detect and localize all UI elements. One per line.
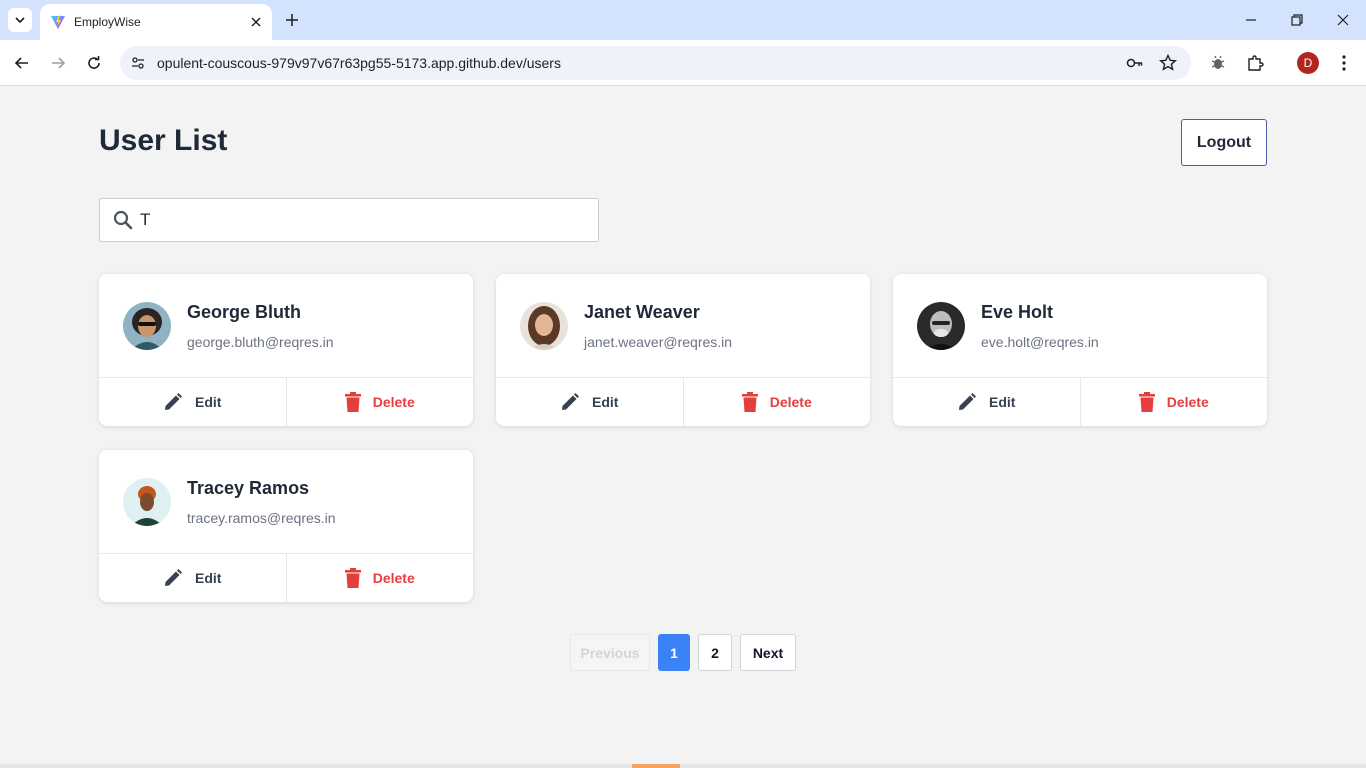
site-info-button[interactable] [124, 49, 152, 77]
logout-button[interactable]: Logout [1181, 119, 1267, 166]
tab-title: EmployWise [74, 15, 141, 29]
next-button[interactable]: Next [740, 634, 796, 671]
user-name: Janet Weaver [584, 302, 700, 322]
pagination: Previous 1 2 Next [0, 634, 1366, 671]
card-actions: Edit Delete [893, 377, 1267, 426]
forward-button[interactable] [46, 51, 70, 75]
new-tab-button[interactable] [282, 10, 302, 30]
minimize-button[interactable] [1241, 10, 1261, 30]
close-tab-button[interactable] [248, 14, 264, 30]
search-icon [113, 210, 133, 230]
kebab-menu-icon [1342, 55, 1346, 71]
close-icon [251, 17, 261, 27]
user-card: George Bluth george.bluth@reqres.in Edit… [99, 274, 473, 426]
taskbar-indicator [632, 764, 680, 768]
browser-tab[interactable]: EmployWise [40, 4, 272, 40]
user-email: janet.weaver@reqres.in [584, 334, 733, 350]
page-button-1[interactable]: 1 [658, 634, 690, 671]
taskbar-edge [0, 764, 1366, 768]
close-window-button[interactable] [1333, 10, 1353, 30]
back-icon [14, 57, 28, 69]
browser-tabstrip: EmployWise [0, 0, 1366, 40]
bookmark-button[interactable] [1158, 53, 1178, 73]
delete-label: Delete [769, 394, 812, 410]
user-name: Eve Holt [981, 302, 1054, 322]
previous-button[interactable]: Previous [570, 634, 650, 671]
restore-icon [1291, 14, 1303, 26]
delete-button[interactable]: Delete [682, 378, 871, 426]
extension-button[interactable] [1208, 53, 1228, 73]
page-title: User List [99, 124, 228, 157]
reload-icon [88, 56, 100, 69]
browser-menu-button[interactable] [1334, 53, 1354, 73]
extension-bug-icon [1211, 55, 1225, 69]
delete-button[interactable]: Delete [285, 378, 474, 426]
password-key-icon [1126, 58, 1143, 68]
chevron-down-icon [15, 17, 25, 24]
edit-button[interactable]: Edit [893, 378, 1080, 426]
edit-label: Edit [989, 394, 1016, 410]
card-actions: Edit Delete [99, 553, 473, 602]
card-actions: Edit Delete [99, 377, 473, 426]
trash-icon [344, 568, 361, 588]
edit-label: Edit [195, 570, 222, 586]
pencil-icon [165, 393, 183, 410]
profile-avatar[interactable]: D [1297, 52, 1319, 74]
delete-button[interactable]: Delete [1079, 378, 1268, 426]
star-icon [1159, 54, 1177, 71]
user-email: tracey.ramos@reqres.in [187, 510, 336, 526]
browser-toolbar: opulent-couscous-979v97v67r63pg55-5173.a… [0, 40, 1366, 86]
back-button[interactable] [10, 51, 34, 75]
edit-label: Edit [195, 394, 222, 410]
search-input[interactable] [140, 210, 580, 230]
user-name: George Bluth [187, 302, 302, 322]
close-window-icon [1337, 14, 1349, 26]
delete-button[interactable]: Delete [285, 554, 474, 602]
pencil-icon [562, 393, 580, 410]
edit-button[interactable]: Edit [99, 378, 286, 426]
plus-icon [286, 14, 298, 26]
user-card: Tracey Ramos tracey.ramos@reqres.in Edit… [99, 450, 473, 602]
reload-button[interactable] [82, 51, 106, 75]
edit-button[interactable]: Edit [99, 554, 286, 602]
avatar [123, 478, 171, 526]
restore-button[interactable] [1287, 10, 1307, 30]
delete-label: Delete [372, 570, 415, 586]
edit-label: Edit [592, 394, 619, 410]
page-button-2[interactable]: 2 [698, 634, 732, 671]
password-manager-button[interactable] [1125, 53, 1145, 73]
extensions-menu-button[interactable] [1245, 53, 1265, 73]
avatar [123, 302, 171, 350]
card-actions: Edit Delete [496, 377, 870, 426]
edit-button[interactable]: Edit [496, 378, 683, 426]
pencil-icon [165, 569, 183, 586]
user-email: george.bluth@reqres.in [187, 334, 334, 350]
search-box[interactable] [99, 198, 599, 242]
vite-logo-icon [51, 15, 65, 29]
forward-icon [52, 57, 66, 69]
delete-label: Delete [372, 394, 415, 410]
delete-label: Delete [1166, 394, 1209, 410]
avatar [917, 302, 965, 350]
trash-icon [344, 392, 361, 412]
minimize-icon [1246, 19, 1256, 21]
user-card: Janet Weaver janet.weaver@reqres.in Edit… [496, 274, 870, 426]
avatar [520, 302, 568, 350]
address-bar[interactable]: opulent-couscous-979v97v67r63pg55-5173.a… [120, 46, 1191, 80]
puzzle-icon [1248, 55, 1264, 71]
user-card: Eve Holt eve.holt@reqres.in Edit Delete [893, 274, 1267, 426]
url-text: opulent-couscous-979v97v67r63pg55-5173.a… [157, 55, 561, 71]
pencil-icon [959, 393, 977, 410]
user-name: Tracey Ramos [187, 478, 310, 498]
trash-icon [1138, 392, 1155, 412]
site-info-icon [132, 57, 144, 69]
trash-icon [741, 392, 758, 412]
tab-search-button[interactable] [8, 8, 32, 32]
user-email: eve.holt@reqres.in [981, 334, 1099, 350]
